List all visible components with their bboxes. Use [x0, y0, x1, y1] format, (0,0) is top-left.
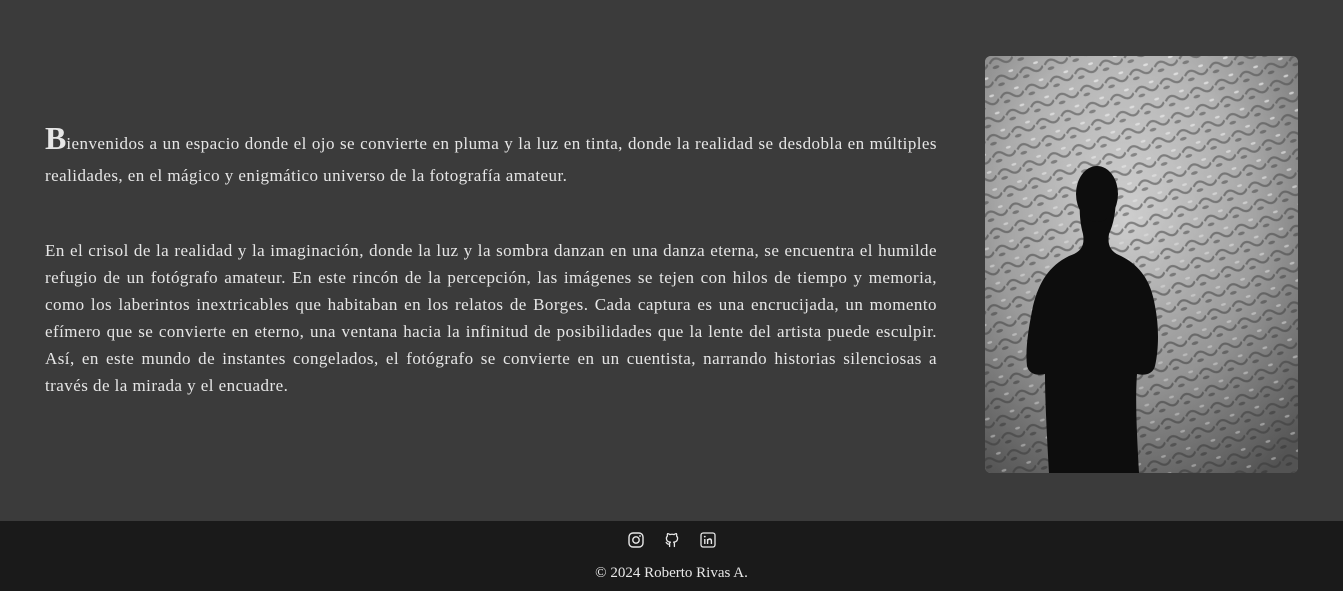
copyright-text: © 2024 Roberto Rivas A.: [595, 565, 748, 581]
intro-text: ienvenidos a un espacio donde el ojo se …: [45, 134, 937, 185]
github-link[interactable]: [663, 531, 681, 549]
instagram-icon: [627, 532, 644, 548]
body-paragraph: En el crisol de la realidad y la imagina…: [45, 241, 937, 395]
main-section: Bienvenidos a un espacio donde el ojo se…: [0, 0, 1343, 521]
intro-text-column: Bienvenidos a un espacio donde el ojo se…: [45, 122, 937, 399]
linkedin-link[interactable]: [699, 531, 717, 549]
github-icon: [665, 532, 678, 548]
social-links: [0, 531, 1343, 549]
instagram-link[interactable]: [627, 531, 645, 549]
drop-cap: B: [45, 120, 67, 156]
silhouette-photo: [985, 56, 1298, 473]
intro-paragraph: Bienvenidos a un espacio donde el ojo se…: [45, 122, 937, 192]
linkedin-icon: [699, 532, 716, 548]
